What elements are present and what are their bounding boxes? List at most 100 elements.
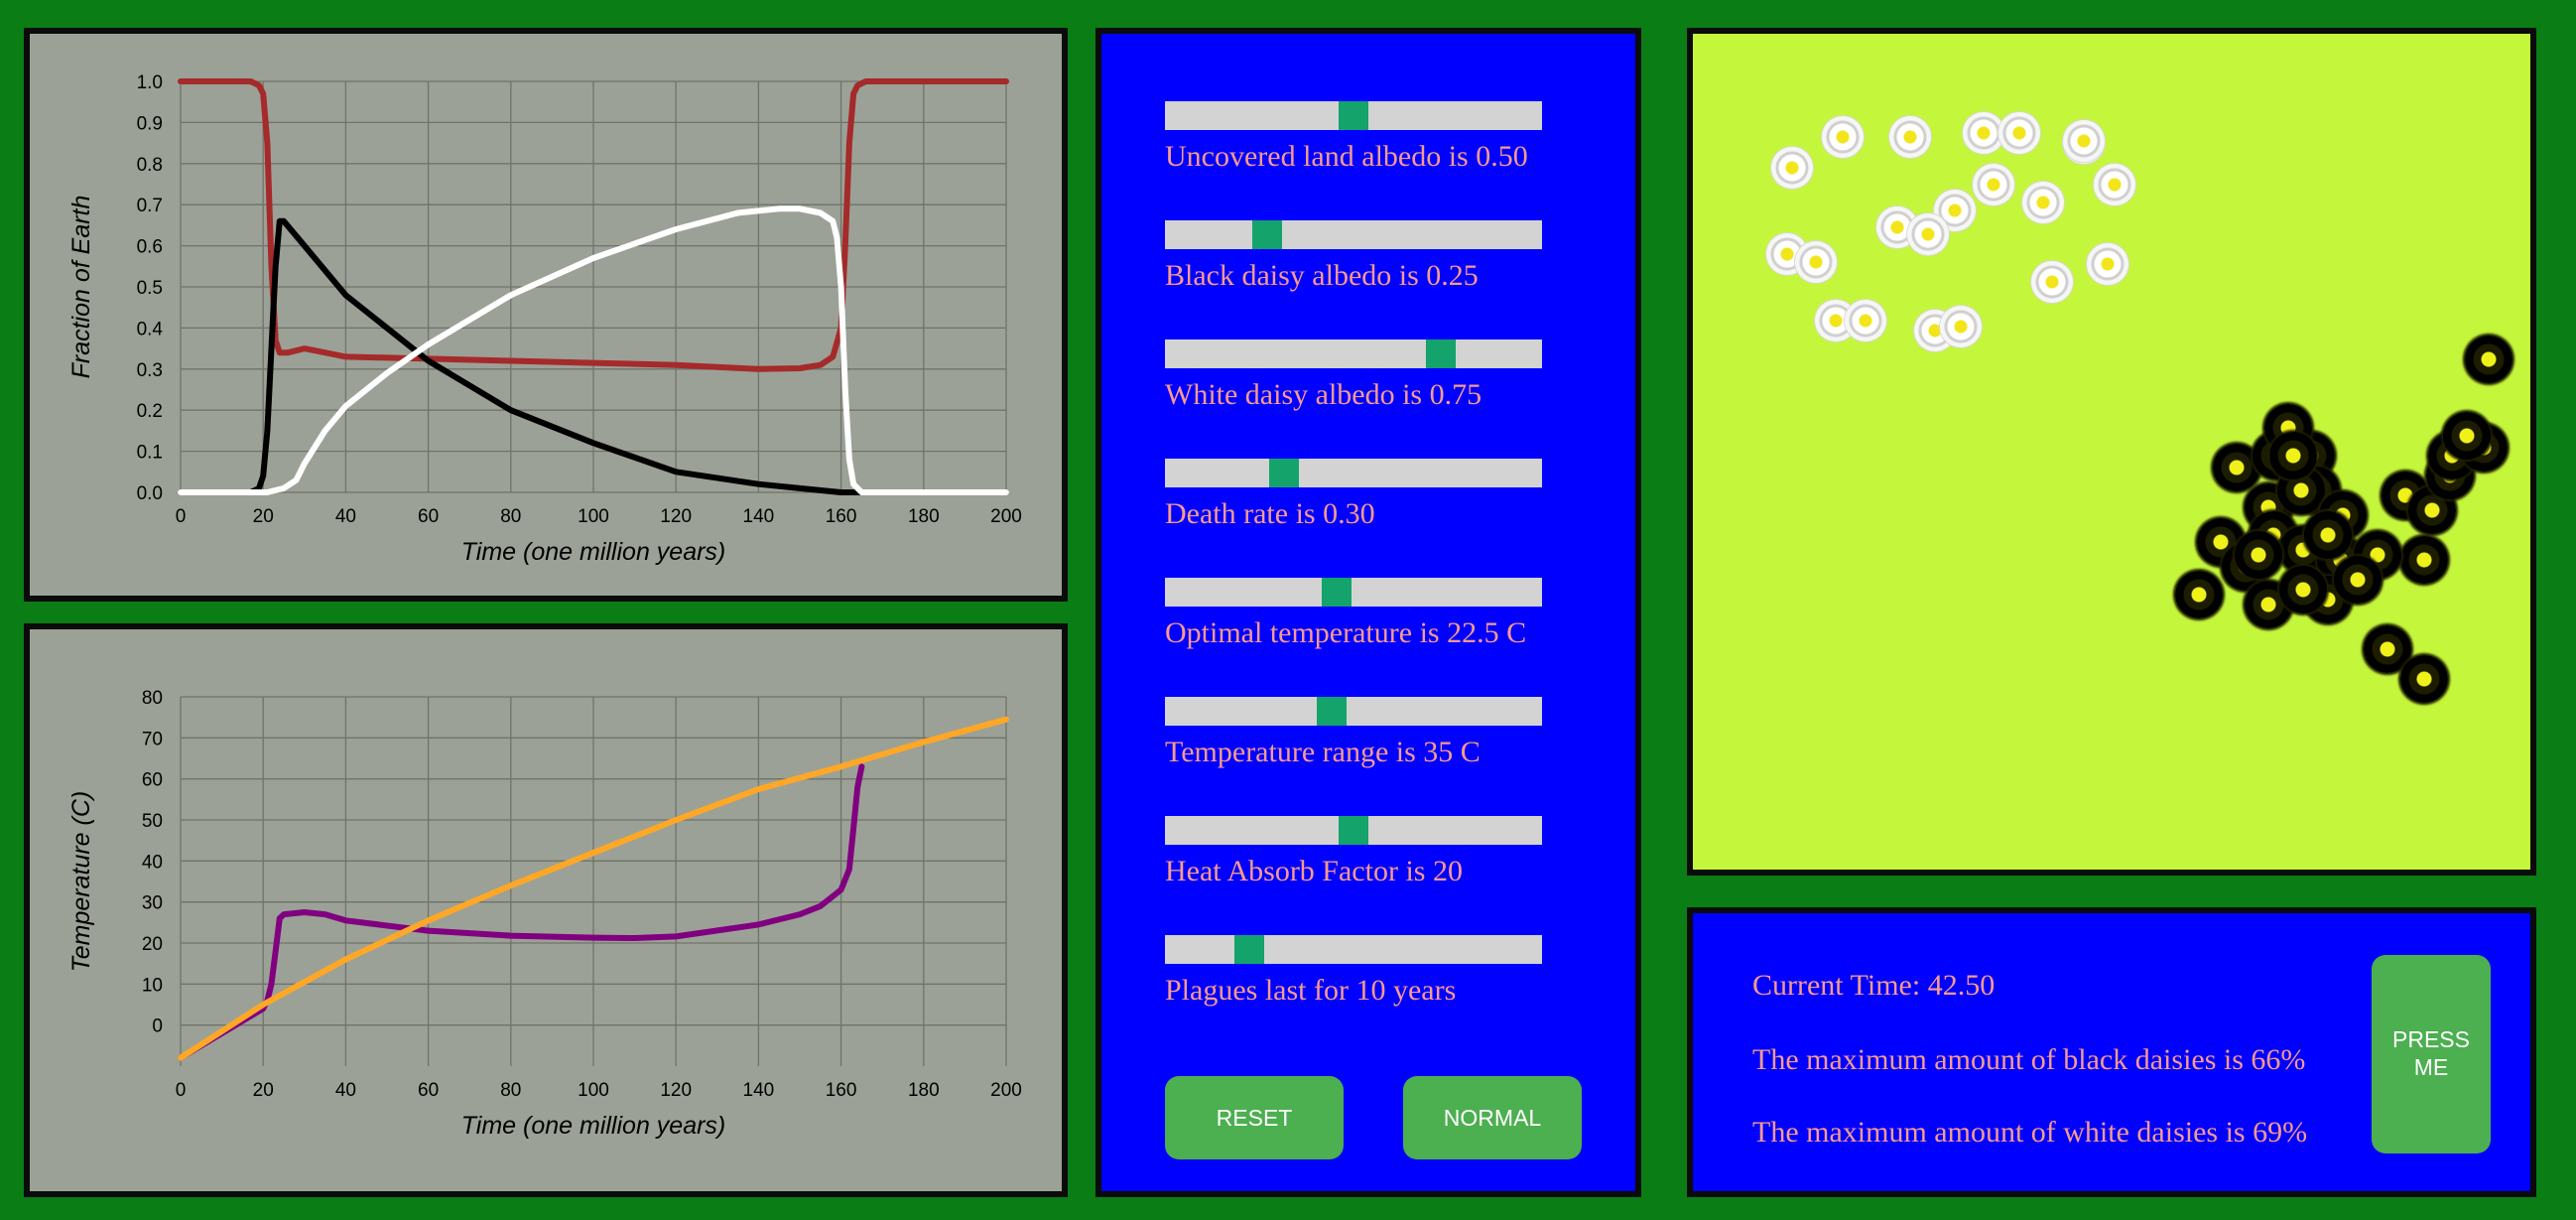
x-tick-label: 180: [908, 1080, 940, 1101]
y-tick-label: 50: [142, 811, 163, 832]
black-daisy: [2334, 556, 2382, 604]
x-tick-label: 0: [176, 506, 187, 527]
x-tick-label: 80: [500, 506, 521, 527]
white-daisy: [1771, 147, 1813, 189]
y-tick-label: 1.0: [137, 72, 163, 93]
slider-black-albedo: Black daisy albedo is 0.25: [1165, 220, 1542, 293]
slider-track[interactable]: [1165, 935, 1542, 964]
slider-thumb[interactable]: [1317, 697, 1348, 726]
daisyworld-view: [1687, 28, 2536, 876]
y-tick-label: 0.5: [137, 278, 163, 299]
y-tick-label: 0.9: [137, 113, 163, 134]
white-daisy: [1845, 300, 1886, 341]
slider-thumb[interactable]: [1339, 101, 1368, 130]
slider-optimal-temperature: Optimal temperature is 22.5 C: [1165, 578, 1542, 650]
white-daisy: [2031, 261, 2073, 303]
white-daisy: [1907, 213, 1949, 255]
press-me-button[interactable]: PRESS ME: [2372, 955, 2491, 1153]
slider-temperature-range: Temperature range is 35 C: [1165, 697, 1542, 769]
slider-label: Temperature range is 35 C: [1165, 736, 1481, 768]
slider-track[interactable]: [1165, 578, 1542, 607]
slider-track[interactable]: [1165, 816, 1542, 845]
slider-track[interactable]: [1165, 459, 1542, 487]
slider-death-rate: Death rate is 0.30: [1165, 459, 1542, 531]
slider-plague-length: Plagues last for 10 years: [1165, 935, 1542, 1008]
white-daisy: [1822, 116, 1864, 158]
y-tick-label: 0.3: [137, 360, 163, 381]
x-axis-label: Time (one million years): [461, 1112, 726, 1140]
white-daisy: [1998, 112, 2040, 154]
x-tick-label: 140: [743, 1080, 775, 1101]
y-tick-label: 0.7: [137, 196, 163, 216]
y-tick-label: 40: [142, 852, 163, 873]
black-daisy: [2400, 655, 2448, 703]
y-tick-label: 10: [142, 975, 163, 996]
white-daisy: [1795, 241, 1837, 283]
slider-thumb[interactable]: [1321, 578, 1352, 607]
normal-button[interactable]: NORMAL: [1403, 1076, 1582, 1159]
info-panel: Current Time: 42.50 The maximum amount o…: [1687, 907, 2536, 1197]
white-daisy: [1973, 164, 2014, 205]
x-axis-label: Time (one million years): [461, 538, 726, 566]
slider-uncovered-albedo: Uncovered land albedo is 0.50: [1165, 101, 1542, 174]
slider-label: Death rate is 0.30: [1165, 497, 1375, 530]
temperature-chart: 0 20 40 60 80 100 120 140 160 180 200 0 10 20 30 40 50 60…: [67, 688, 1022, 1140]
slider-track[interactable]: [1165, 220, 1542, 249]
slider-track[interactable]: [1165, 339, 1542, 368]
y-axis-label: Temperature (C): [67, 791, 95, 972]
y-tick-label: 80: [142, 688, 163, 709]
y-tick-label: 30: [142, 893, 163, 914]
x-tick-label: 60: [418, 1080, 439, 1101]
reset-button[interactable]: RESET: [1165, 1076, 1344, 1159]
slider-heat-absorb: Heat Absorb Factor is 20: [1165, 816, 1542, 888]
fraction-chart: 0 20 40 60 80 100 120 140 160 180 200 0.0 0.1 0.2 0.3 0…: [67, 72, 1022, 566]
max-white-daisies: The maximum amount of white daisies is 6…: [1752, 1116, 2308, 1149]
x-tick-label: 200: [990, 506, 1022, 527]
x-tick-label: 160: [826, 506, 857, 527]
y-tick-label: 0: [152, 1017, 163, 1037]
slider-track[interactable]: [1165, 101, 1542, 130]
current-time: Current Time: 42.50: [1752, 969, 1996, 1002]
slider-white-albedo: White daisy albedo is 0.75: [1165, 339, 1542, 412]
slider-thumb[interactable]: [1339, 816, 1368, 845]
y-tick-label: 0.4: [137, 319, 164, 339]
slider-thumb[interactable]: [1251, 220, 1282, 249]
series-line-0: [178, 763, 865, 1061]
x-tick-label: 80: [500, 1080, 521, 1101]
black-daisy: [2235, 531, 2282, 579]
x-tick-label: 120: [660, 1080, 692, 1101]
x-tick-label: 20: [253, 506, 274, 527]
black-daisy: [2400, 536, 2448, 584]
x-tick-label: 140: [743, 506, 775, 527]
white-daisy: [2063, 120, 2105, 162]
y-axis-label: Fraction of Earth: [67, 196, 95, 379]
y-tick-label: 0.2: [137, 401, 163, 422]
white-daisy: [2094, 164, 2135, 205]
y-tick-label: 0.0: [137, 483, 163, 504]
white-daisy: [2087, 243, 2128, 285]
slider-track[interactable]: [1165, 697, 1542, 726]
temperature-chart-panel: 0 20 40 60 80 100 120 140 160 180 200 0 10 20 30 40 50 60…: [24, 623, 1068, 1197]
slider-thumb[interactable]: [1234, 935, 1264, 964]
black-daisy: [2443, 412, 2491, 460]
slider-thumb[interactable]: [1425, 339, 1456, 368]
x-tick-label: 180: [908, 506, 940, 527]
fraction-chart-panel: 0 20 40 60 80 100 120 140 160 180 200 0.0 0.1 0.2 0.3 0…: [24, 28, 1068, 602]
x-tick-label: 120: [660, 506, 692, 527]
x-tick-label: 100: [578, 1080, 609, 1101]
x-tick-label: 160: [826, 1080, 857, 1101]
slider-label: Heat Absorb Factor is 20: [1165, 855, 1463, 887]
black-daisy: [2175, 571, 2223, 618]
black-daisy: [2304, 511, 2352, 559]
slider-label: Plagues last for 10 years: [1165, 974, 1457, 1007]
y-tick-label: 0.6: [137, 237, 163, 258]
y-tick-label: 20: [142, 934, 163, 955]
controls-panel: Uncovered land albedo is 0.50 Black dais…: [1095, 28, 1641, 1197]
black-daisy: [2465, 336, 2512, 383]
y-tick-label: 70: [142, 729, 163, 749]
x-tick-label: 40: [335, 1080, 356, 1101]
slider-label: Black daisy albedo is 0.25: [1165, 259, 1479, 292]
slider-thumb[interactable]: [1269, 459, 1299, 487]
white-daisy: [1889, 116, 1931, 158]
x-tick-label: 100: [578, 506, 609, 527]
